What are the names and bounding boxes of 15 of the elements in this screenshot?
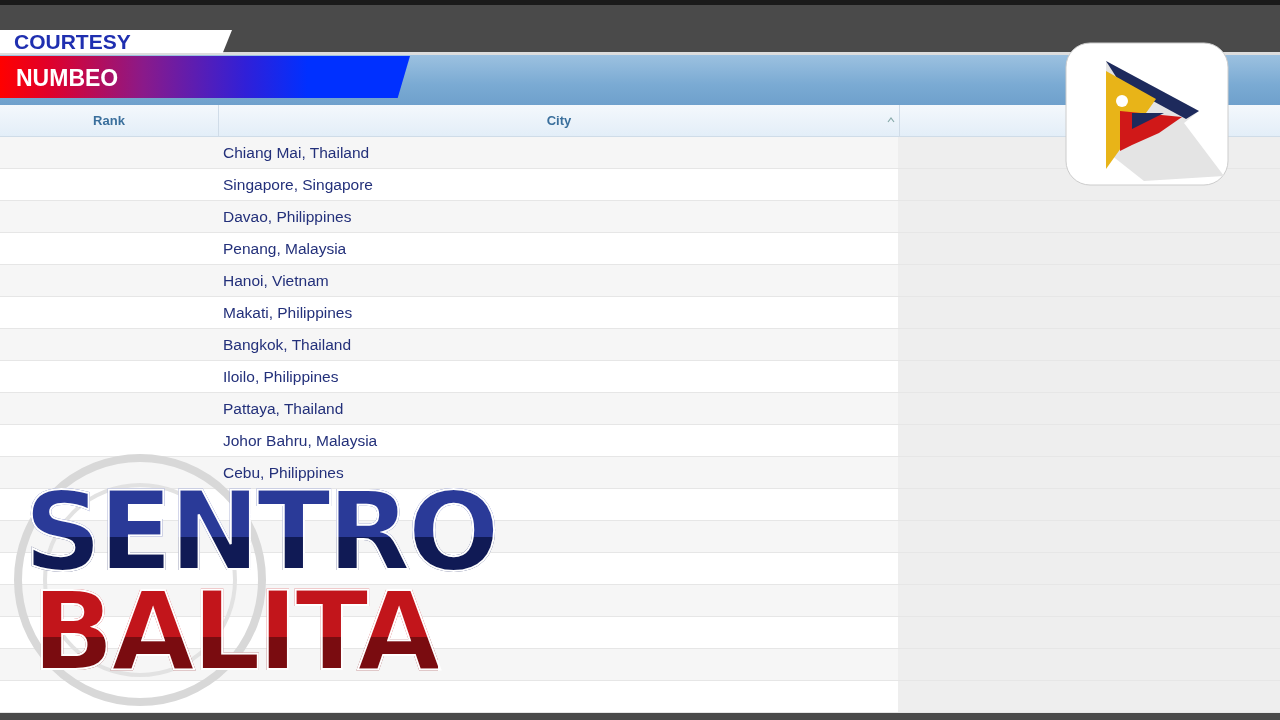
city-cell: Iloilo, Philippines bbox=[223, 367, 339, 386]
city-cell: Johor Bahru, Malaysia bbox=[223, 431, 378, 450]
city-cell: Hanoi, Vietnam bbox=[223, 271, 329, 290]
city-cell: Cebu, Philippines bbox=[223, 463, 344, 482]
city-cell: Penang, Malaysia bbox=[223, 239, 347, 258]
city-cell: Pattaya, Thailand bbox=[223, 399, 344, 418]
city-cell: Singapore, Singapore bbox=[223, 175, 373, 194]
column-header[interactable]: Rank bbox=[0, 105, 219, 136]
source-label: NUMBEO bbox=[0, 56, 410, 98]
city-cell: Chiang Mai, Thailand bbox=[223, 143, 370, 162]
city-cell: Davao, Philippines bbox=[223, 207, 352, 226]
column-header[interactable]: City bbox=[219, 105, 900, 136]
city-cell: Bangkok, Thailand bbox=[223, 335, 352, 354]
courtesy-label: COURTESY bbox=[0, 30, 232, 53]
city-cell: Makati, Philippines bbox=[223, 303, 353, 322]
